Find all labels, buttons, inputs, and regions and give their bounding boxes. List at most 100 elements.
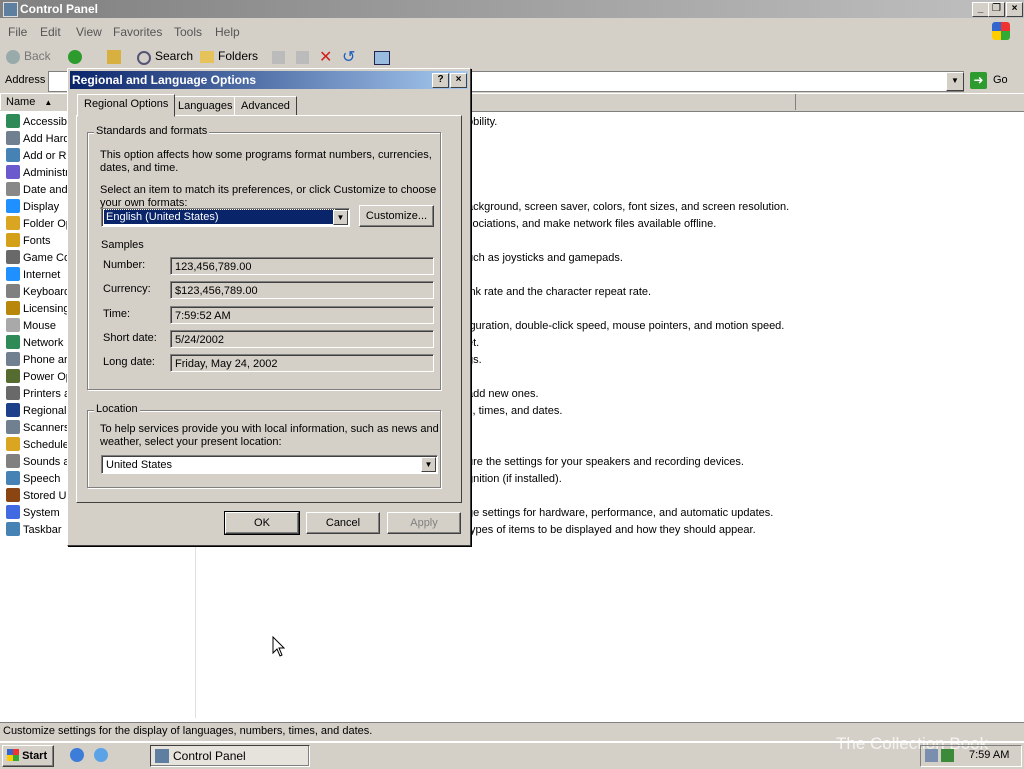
list-item[interactable]: Schedule [6, 437, 69, 453]
menu-help[interactable]: Help [215, 25, 240, 39]
sample-label: Time: [103, 307, 131, 320]
dialog-titlebar[interactable]: Regional and Language Options ? × [70, 71, 468, 89]
list-item[interactable]: Internet [6, 267, 60, 283]
list-item[interactable]: Speech [6, 471, 60, 487]
list-item[interactable]: Add or R [6, 148, 66, 164]
status-text: Customize settings for the display of la… [3, 725, 373, 737]
list-item[interactable]: Accessibi [6, 114, 69, 130]
list-item-label: Power Op [23, 371, 72, 383]
forward-arrow-icon[interactable] [68, 50, 82, 64]
list-item[interactable]: Printers a [6, 386, 70, 402]
taskbar: Start Control Panel The Collection Book … [0, 734, 1024, 769]
tab-languages[interactable]: Languages [171, 96, 240, 116]
system-icon [6, 505, 20, 519]
clock[interactable]: 7:59 AM [969, 749, 1009, 761]
list-item-label: Phone ar [23, 354, 68, 366]
list-item[interactable]: Taskbar [6, 522, 62, 538]
list-item[interactable]: Phone ar [6, 352, 68, 368]
list-item[interactable]: Power Op [6, 369, 72, 385]
add-remove-programs-icon [6, 148, 20, 162]
list-item[interactable]: System [6, 505, 60, 521]
undo-icon[interactable]: ↺ [342, 47, 355, 67]
location-dropdown-arrow-icon[interactable]: ▼ [421, 457, 436, 472]
date-time-icon [6, 182, 20, 196]
location-select-value: United States [106, 459, 173, 471]
list-item[interactable]: Display [6, 199, 59, 215]
ok-button[interactable]: OK [224, 511, 300, 535]
up-folder-icon[interactable] [107, 50, 121, 64]
sample-value-field: Friday, May 24, 2002 [170, 354, 434, 373]
search-icon[interactable] [137, 51, 151, 65]
address-dropdown-button[interactable]: ▼ [946, 72, 964, 91]
menu-favorites[interactable]: Favorites [113, 25, 162, 39]
menu-tools[interactable]: Tools [174, 25, 202, 39]
search-button[interactable]: Search [155, 49, 193, 63]
explorer-quicklaunch-icon[interactable] [94, 748, 108, 762]
phone-modem-icon [6, 352, 20, 366]
tray-icon-2[interactable] [941, 749, 954, 762]
list-item[interactable]: Date and [6, 182, 68, 198]
standard-toolbar: Back Search Folders ✕ ↺ [0, 45, 1024, 70]
start-button[interactable]: Start [2, 745, 54, 767]
go-button[interactable]: Go [993, 74, 1008, 86]
list-item-label: Schedule [23, 439, 69, 451]
tray-icon-1[interactable] [925, 749, 938, 762]
window-titlebar[interactable]: Control Panel _ ❐ × [0, 0, 1024, 18]
location-select[interactable]: United States ▼ [101, 455, 438, 474]
list-item-description: sociations, and make network files avail… [467, 218, 717, 230]
tab-regional-options[interactable]: Regional Options [77, 94, 176, 117]
views-icon[interactable] [374, 51, 390, 65]
list-item[interactable]: Licensing [6, 301, 69, 317]
list-item[interactable]: Network [6, 335, 63, 351]
list-item[interactable]: Keyboard [6, 284, 70, 300]
minimize-button[interactable]: _ [972, 2, 989, 17]
add-hardware-icon [6, 131, 20, 145]
close-button[interactable]: × [1006, 2, 1023, 17]
taskbar-control-panel-button[interactable]: Control Panel [150, 745, 310, 767]
list-item-label: Internet [23, 269, 61, 281]
list-item[interactable]: Mouse [6, 318, 56, 334]
restore-button[interactable]: ❐ [988, 2, 1005, 17]
format-dropdown-arrow-icon[interactable]: ▼ [333, 210, 348, 225]
folder-options-icon [6, 216, 20, 230]
location-label: Location [94, 403, 140, 415]
ie-quicklaunch-icon[interactable] [70, 748, 84, 762]
copy-to-icon[interactable] [296, 51, 309, 64]
folders-icon[interactable] [200, 51, 214, 63]
list-item[interactable]: Stored U [6, 488, 66, 504]
list-item[interactable]: Add Hard [6, 131, 69, 147]
list-item-label: Taskbar [23, 524, 62, 536]
list-item-label: Keyboard [23, 286, 71, 298]
back-arrow-icon[interactable] [6, 50, 20, 64]
standards-intro-text: This option affects how some programs fo… [100, 149, 432, 174]
move-to-icon[interactable] [272, 51, 285, 64]
menu-file[interactable]: File [8, 25, 27, 39]
cancel-button[interactable]: Cancel [306, 512, 380, 534]
list-item[interactable]: Regional [6, 403, 67, 419]
list-item[interactable]: Sounds a [6, 454, 69, 470]
go-arrow-icon[interactable]: ➜ [970, 72, 987, 89]
customize-button[interactable]: Customize... [359, 205, 434, 227]
format-select[interactable]: English (United States) ▼ [101, 208, 350, 227]
menu-view[interactable]: View [76, 25, 102, 39]
dialog-help-button[interactable]: ? [432, 73, 449, 88]
list-item-label: Speech [23, 473, 61, 485]
back-button[interactable]: Back [24, 49, 51, 63]
list-item-label: Accessibi [23, 116, 70, 128]
list-item[interactable]: Game Co [6, 250, 70, 266]
tab-advanced[interactable]: Advanced [234, 96, 297, 116]
menu-edit[interactable]: Edit [40, 25, 61, 39]
list-item[interactable]: Folder Op [6, 216, 72, 232]
apply-button[interactable]: Apply [387, 512, 461, 534]
folders-button[interactable]: Folders [218, 49, 258, 63]
list-item[interactable]: Administr [6, 165, 69, 181]
sample-value-field: 7:59:52 AM [170, 305, 434, 324]
dialog-close-button[interactable]: × [450, 73, 467, 88]
list-item[interactable]: Scanners [6, 420, 69, 436]
list-item[interactable]: Fonts [6, 233, 51, 249]
delete-icon[interactable]: ✕ [319, 47, 332, 67]
list-item-label: Add Hard [23, 133, 70, 145]
control-panel-icon [3, 2, 18, 17]
list-item-label: Fonts [23, 235, 51, 247]
accessibility-icon [6, 114, 20, 128]
